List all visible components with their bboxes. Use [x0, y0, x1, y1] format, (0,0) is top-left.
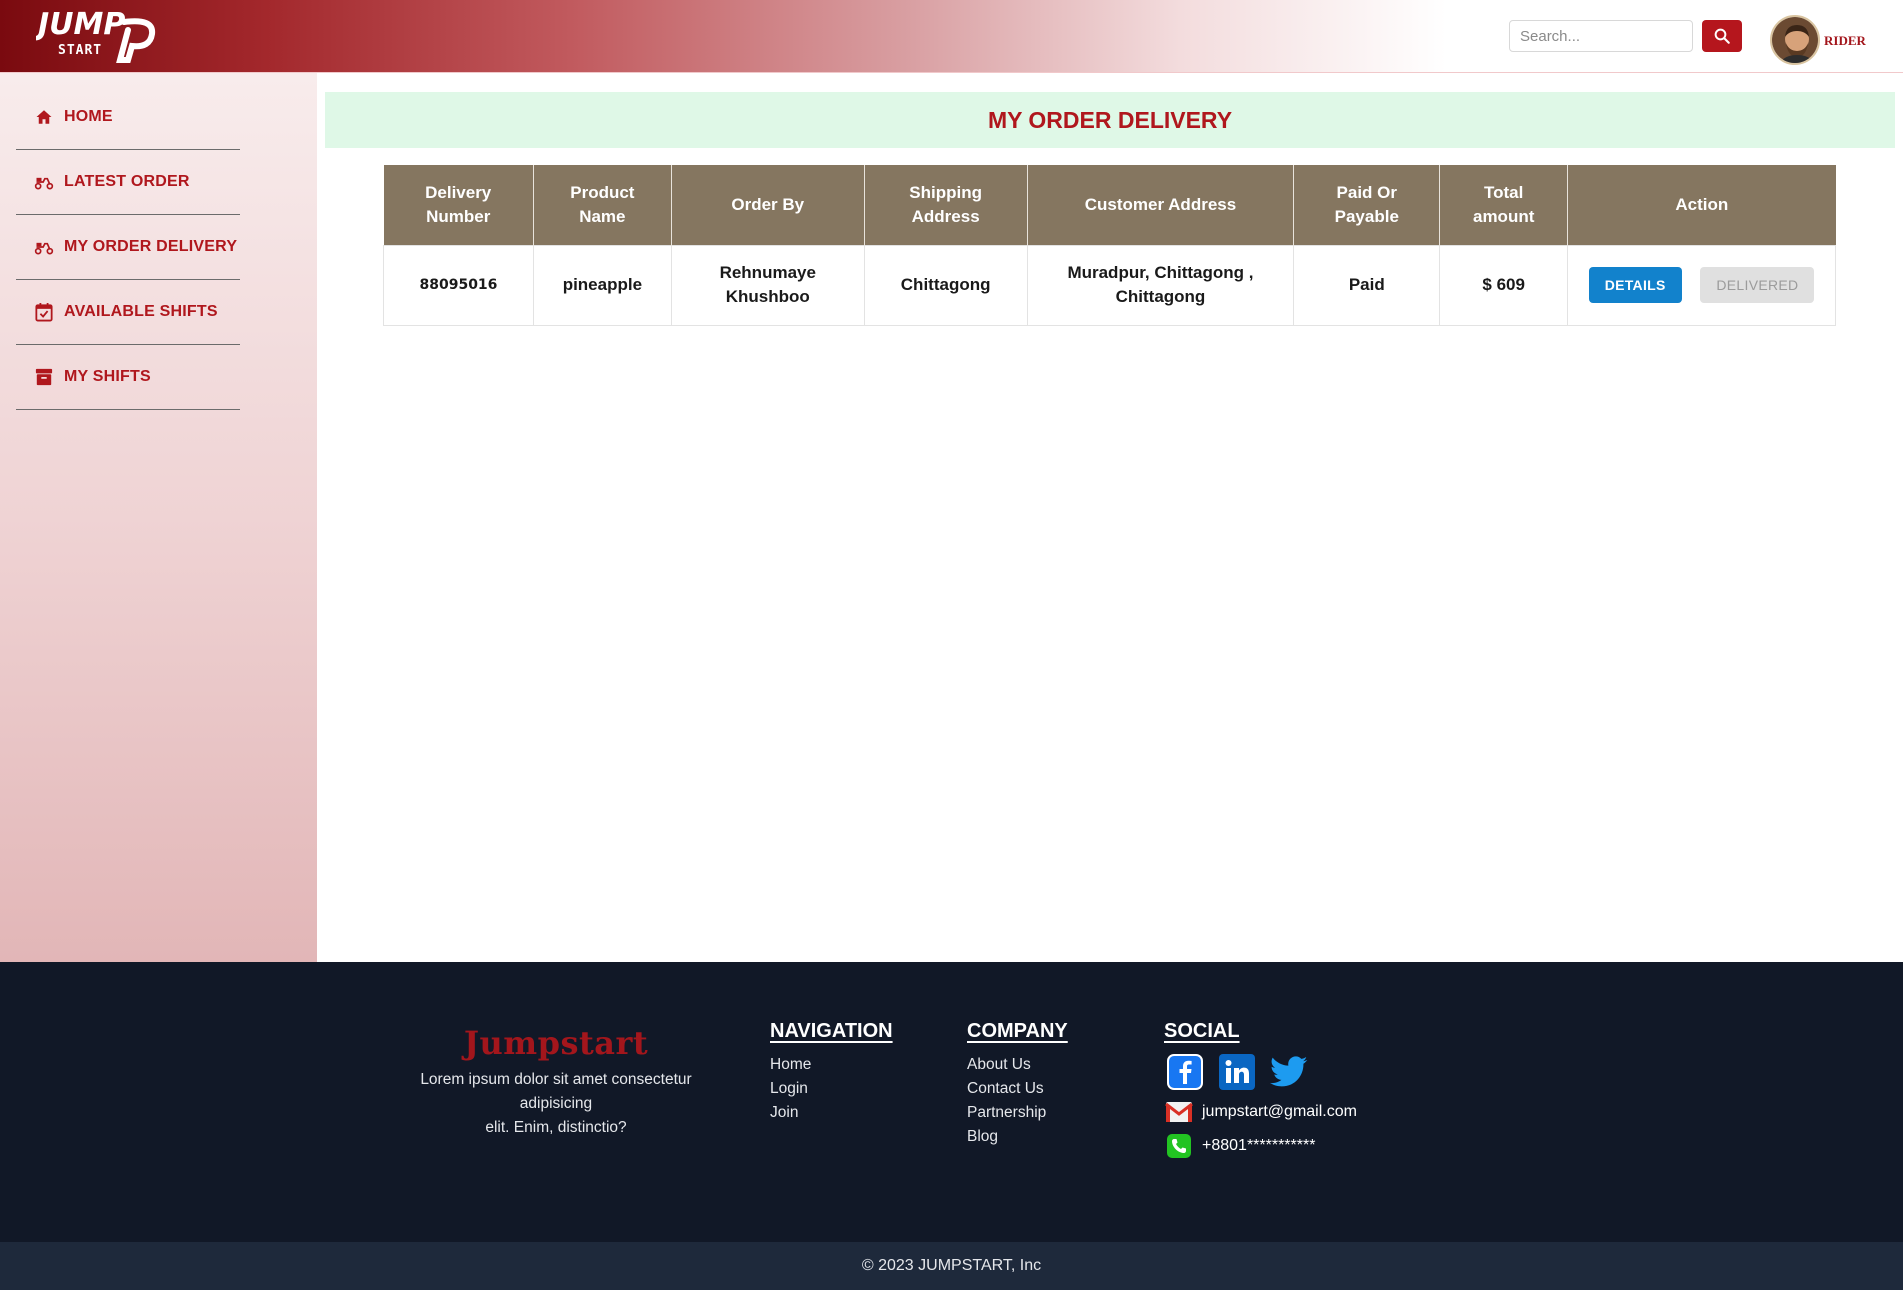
calendar-check-icon: [34, 302, 54, 322]
search-icon: [1714, 28, 1730, 44]
page-title: MY ORDER DELIVERY: [987, 106, 1233, 133]
footer-phone[interactable]: +8801***********: [1164, 1133, 1357, 1159]
footer: Jumpstart Lorem ipsum dolor sit amet con…: [0, 962, 1903, 1242]
column-header-delivery-number[interactable]: Delivery Number: [383, 165, 534, 245]
footer-description: Lorem ipsum dolor sit amet consectetur a…: [420, 1071, 692, 1136]
cell-actions: DETAILS DELIVERED: [1567, 244, 1836, 326]
facebook-icon[interactable]: [1164, 1053, 1206, 1091]
home-icon: [34, 107, 54, 127]
footer-email[interactable]: jumpstart@gmail.com: [1164, 1099, 1357, 1125]
cell-customer-address: Muradpur, Chittagong , Chittagong: [1026, 244, 1295, 326]
column-header-customer-address[interactable]: Customer Address: [1027, 165, 1295, 245]
twitter-icon[interactable]: [1268, 1053, 1310, 1091]
sidebar-item-my-shifts[interactable]: MY SHIFTS: [16, 345, 240, 410]
table-header-row: Delivery Number Product Name Order By Ship…: [383, 165, 1836, 245]
footer-company-heading: COMPANY: [967, 1020, 1068, 1042]
column-header-order-by[interactable]: Order By: [671, 165, 865, 245]
footer-navigation: NAVIGATION Home Login Join: [770, 1020, 893, 1125]
footer-link-contact-us[interactable]: Contact Us: [967, 1077, 1068, 1101]
linkedin-icon[interactable]: [1216, 1053, 1258, 1091]
cell-product-name: pineapple: [532, 244, 672, 326]
footer-brand-name: Jumpstart: [463, 1024, 649, 1062]
logo-text-top: JUMP: [36, 7, 125, 42]
sidebar-item-label: LATEST ORDER: [64, 173, 190, 190]
user-avatar-icon: [1772, 17, 1818, 63]
column-header-paid-or-payable[interactable]: Paid Or Payable: [1293, 165, 1441, 245]
footer-link-home[interactable]: Home: [770, 1053, 893, 1077]
sidebar: HOME LATEST ORDER MY ORDER DELIVERY AVAI…: [0, 73, 317, 962]
column-header-shipping-address[interactable]: Shipping Address: [864, 165, 1028, 245]
footer-link-blog[interactable]: Blog: [967, 1125, 1068, 1149]
delivered-button[interactable]: DELIVERED: [1700, 267, 1815, 303]
copyright-bar: © 2023 JUMPSTART, Inc: [0, 1242, 1903, 1290]
sidebar-item-latest-order[interactable]: LATEST ORDER: [16, 150, 240, 215]
footer-social-heading: SOCIAL: [1164, 1020, 1240, 1042]
cell-shipping-address: Chittagong: [863, 244, 1028, 326]
avatar[interactable]: [1770, 15, 1820, 65]
column-header-product-name[interactable]: Product Name: [533, 165, 672, 245]
scooter-icon: [34, 172, 54, 192]
sidebar-item-home[interactable]: HOME: [16, 85, 240, 150]
cell-order-by: Rehnumaye Khushboo: [670, 244, 865, 326]
cell-total-amount: $ 609: [1439, 244, 1569, 326]
user-role-label: RIDER: [1824, 33, 1866, 48]
copyright-text: © 2023 JUMPSTART, Inc: [861, 1257, 1042, 1274]
page-title-bar: MY ORDER DELIVERY: [325, 92, 1895, 148]
sidebar-item-label: MY SHIFTS: [64, 368, 151, 385]
sidebar-item-label: HOME: [64, 108, 113, 125]
footer-email-text: jumpstart@gmail.com: [1202, 1103, 1357, 1120]
footer-brand: Jumpstart Lorem ipsum dolor sit amet con…: [383, 1024, 729, 1140]
footer-social: SOCIAL jumpstart@gmail.com +8801********…: [1164, 1020, 1357, 1159]
top-header: JUMP START RIDER: [0, 0, 1903, 73]
footer-link-partnership[interactable]: Partnership: [967, 1101, 1068, 1125]
footer-link-join[interactable]: Join: [770, 1101, 893, 1125]
cell-payment-status: Paid: [1293, 244, 1441, 326]
archive-icon: [34, 367, 54, 387]
search-input[interactable]: [1509, 20, 1693, 52]
footer-navigation-heading: NAVIGATION: [770, 1020, 893, 1042]
orders-table: Delivery Number Product Name Order By Ship…: [383, 165, 1836, 326]
sidebar-item-available-shifts[interactable]: AVAILABLE SHIFTS: [16, 280, 240, 345]
logo-text-bottom: START: [58, 43, 102, 58]
footer-link-login[interactable]: Login: [770, 1077, 893, 1101]
sidebar-item-my-order-delivery[interactable]: MY ORDER DELIVERY: [16, 215, 240, 280]
scooter-icon: [34, 237, 54, 257]
sidebar-item-label: MY ORDER DELIVERY: [64, 238, 238, 255]
sidebar-item-label: AVAILABLE SHIFTS: [64, 303, 218, 320]
gmail-icon: [1164, 1099, 1194, 1125]
jumpstart-logo[interactable]: JUMP START: [36, 4, 156, 66]
column-header-action: Action: [1567, 165, 1836, 245]
table-row: 88095016 pineapple Rehnumaye Khushboo Chi…: [383, 244, 1836, 326]
search-button[interactable]: [1702, 20, 1742, 52]
cell-delivery-number: 88095016: [383, 244, 534, 326]
phone-icon: [1164, 1133, 1194, 1159]
footer-phone-text: +8801***********: [1202, 1137, 1316, 1154]
details-button[interactable]: DETAILS: [1588, 267, 1682, 303]
footer-company: COMPANY About Us Contact Us Partnership …: [967, 1020, 1068, 1149]
footer-link-about-us[interactable]: About Us: [967, 1053, 1068, 1077]
column-header-total-amount[interactable]: Total amount: [1439, 165, 1569, 245]
